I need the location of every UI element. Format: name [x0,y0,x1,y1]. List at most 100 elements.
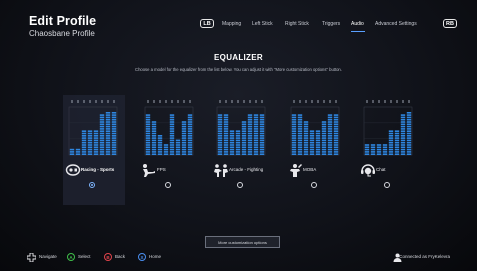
eq-bar-segment [297,151,303,153]
eq-bar-segment [145,116,151,119]
eq-bar-segment [217,132,223,135]
eq-bar-segment [259,123,265,126]
eq-bar-segment [327,123,333,126]
eq-bar-segment [181,141,187,144]
eq-bar-segment [247,139,253,142]
preset-radio[interactable] [89,182,95,188]
eq-bar-segment [394,151,400,153]
eq-bar-segment [297,135,303,137]
eq-bar-segment [169,128,175,130]
preset-label: MOBA [303,167,317,172]
eq-bar-segment [247,132,253,135]
eq-bar-segment [223,137,229,139]
tab-audio[interactable]: Audio [351,21,364,27]
eq-bar-segment [241,141,247,144]
a-button-icon[interactable]: A [67,253,75,261]
eq-bar-segment [247,135,253,137]
eq-bar-segment [163,151,169,153]
eq-bar-segment [321,144,327,146]
eq-bar-segment [87,144,93,146]
eq-bar-segment [81,130,87,132]
fps-icon [143,164,155,177]
eq-bar-segment [259,116,265,119]
eq-bar-segment [247,114,253,116]
tab-bar: LB Mapping Left Stick Right Stick Trigge… [0,19,477,33]
eq-bar-segment [169,137,175,139]
eq-band-marker [183,100,185,103]
eq-bar-segment [87,135,93,137]
tab-advanced-settings[interactable]: Advanced Settings [375,21,417,27]
eq-bar-segment [406,146,412,149]
preset-racing-sports[interactable]: Racing - Sports [63,95,125,205]
eq-band-marker [107,100,109,103]
eq-bar-segment [303,151,309,153]
eq-bar-segment [105,114,111,116]
preset-radio[interactable] [165,182,171,188]
eq-bar-segment [223,121,229,123]
eq-bar-segment [388,137,394,139]
eq-bar-segment [75,151,81,153]
preset-radio[interactable] [237,182,243,188]
eq-bar-segment [321,123,327,126]
eq-bar-segment [406,148,412,151]
right-bumper-button[interactable]: RB [443,19,457,28]
eq-band-marker [378,100,380,103]
preset-chat[interactable]: Chat [358,95,420,205]
b-button-icon[interactable]: B [104,253,112,261]
eq-bar-segment [315,153,321,155]
eq-bar-segment [151,151,157,153]
eq-bar-segment [111,151,117,153]
eq-bar-segment [93,153,99,155]
more-customization-button[interactable]: More customization options [205,236,280,248]
eq-bar-segment [99,114,105,116]
x-button-icon[interactable]: X [138,253,146,261]
eq-bar-segment [105,128,111,130]
preset-radio[interactable] [311,182,317,188]
eq-bar-segment [309,139,315,142]
eq-bar-segment [105,118,111,121]
eq-bar-segment [175,146,181,149]
eq-bar-segment [235,148,241,151]
connection-status: Connected as FryKelevra [399,254,450,259]
eq-bar-segment [364,144,370,146]
tab-right-stick[interactable]: Right Stick [285,21,309,27]
preset-arcade-fighting[interactable]: Arcade - Fighting [211,95,273,205]
section-heading: EQUALIZER [214,53,263,62]
preset-fps[interactable]: FPS [139,95,201,205]
preset-moba[interactable]: MOBA [285,95,347,205]
eq-bar-segment [111,130,117,132]
eq-bar-segment [187,151,193,153]
eq-bar-segment [111,137,117,139]
eq-bar-segment [163,153,169,155]
tab-triggers[interactable]: Triggers [322,21,340,27]
tab-mapping[interactable]: Mapping [222,21,241,27]
eq-bar-segment [388,139,394,142]
preset-radio[interactable] [384,182,390,188]
eq-bar-segment [297,125,303,128]
eq-bar-segment [87,130,93,132]
preset-label: FPS [157,167,166,172]
eq-bar-segment [187,118,193,121]
eq-bar-segment [321,128,327,130]
eq-bar-segment [157,144,163,146]
eq-bar-segment [169,114,175,116]
eq-bar-segment [333,114,339,116]
eq-bar-segment [99,135,105,137]
eq-bar-segment [75,153,81,155]
left-bumper-button[interactable]: LB [200,19,214,28]
eq-bar-segment [145,148,151,151]
eq-bar-segment [253,137,259,139]
eq-bar-segment [400,114,406,116]
eq-bar-segment [303,144,309,146]
tab-left-stick[interactable]: Left Stick [252,21,273,27]
eq-bar-segment [151,139,157,142]
eq-bar-segment [291,135,297,137]
eq-band-marker [159,100,161,103]
eq-bar-segment [321,153,327,155]
eq-bar-segment [229,146,235,149]
eq-bar-segment [105,146,111,149]
eq-bar-segment [370,148,376,151]
eq-bar-segment [223,118,229,121]
eq-bar-segment [406,137,412,139]
eq-band-marker [225,100,227,103]
